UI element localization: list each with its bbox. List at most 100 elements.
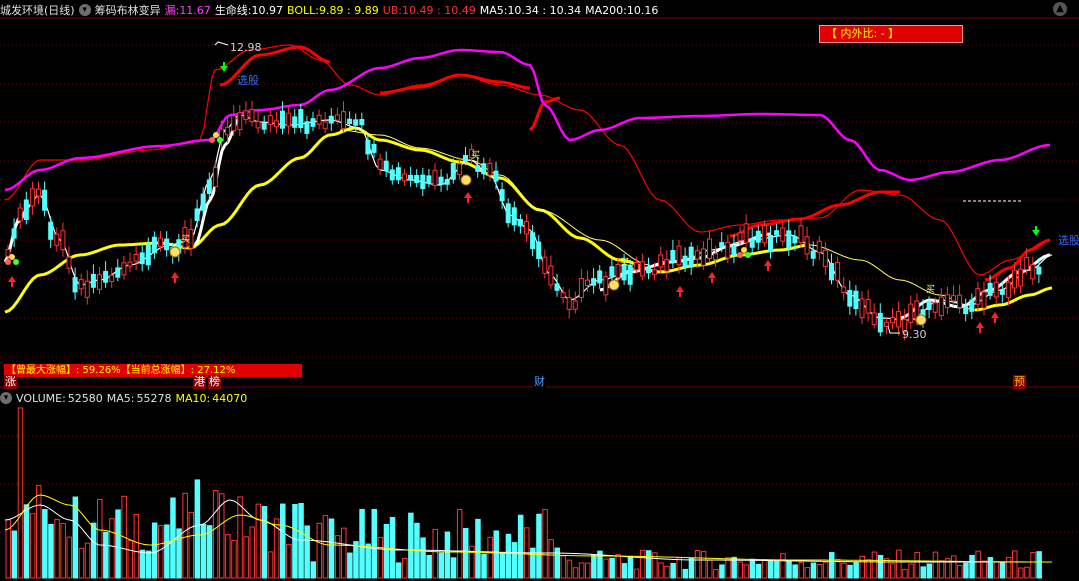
money-bag-icon <box>608 279 620 291</box>
candle-body <box>597 270 603 284</box>
volume-bar <box>969 554 975 579</box>
candle-body <box>719 242 725 248</box>
volume-bar <box>511 542 518 579</box>
volume-bar <box>725 557 731 579</box>
candle-body <box>273 120 279 128</box>
chip-icon <box>741 247 747 253</box>
candle-body <box>310 118 316 127</box>
volume-bar <box>1024 566 1030 579</box>
candle-body <box>261 122 267 130</box>
volume-bar <box>896 549 902 579</box>
candle-body <box>292 116 298 128</box>
event-marker-cai[interactable]: 财 <box>533 375 546 389</box>
candle-body <box>804 236 810 255</box>
red-up-arrow-icon <box>708 272 716 278</box>
volume-bar <box>182 492 188 579</box>
event-marker-bang[interactable]: 榜 <box>208 375 221 389</box>
candle-body <box>97 274 102 290</box>
red-up-arrow-icon <box>676 286 684 292</box>
volume-bar <box>402 557 408 579</box>
candle-body <box>530 232 536 250</box>
candle-body <box>133 254 139 262</box>
candle-body <box>341 111 346 130</box>
volume-bar <box>23 504 30 579</box>
candle-body <box>749 238 755 248</box>
volume-bar <box>566 559 573 579</box>
volume-bar <box>97 498 103 579</box>
candle-body <box>743 223 749 244</box>
candle-body <box>42 189 48 211</box>
candle-body <box>200 193 206 211</box>
candle-body <box>707 238 712 260</box>
volume-bar <box>871 551 878 579</box>
volume-bar <box>902 568 908 579</box>
candle-body <box>585 279 590 286</box>
vol-ma5-value: 55278 <box>136 391 172 405</box>
chart-window[interactable]: 城发环境(日线) ▾ 筹码布林变异 漏: 11.67 生命线: 10.97 BO… <box>0 0 1079 581</box>
candle-body <box>54 233 60 246</box>
volume-bar <box>334 535 341 579</box>
event-marker-yu[interactable]: 预 <box>1013 375 1026 389</box>
candle-body <box>755 230 761 243</box>
candle-body <box>816 240 822 253</box>
candle-body <box>377 158 383 170</box>
inner-outer-ratio-badge: 【 内外比: - 】 <box>819 25 963 43</box>
candle-body <box>829 263 834 281</box>
volume-bar <box>395 562 402 579</box>
volume-bar <box>993 561 1000 579</box>
candle-body <box>780 227 786 242</box>
volume-bar <box>822 562 829 579</box>
volume-bar <box>158 525 164 579</box>
candle-body <box>768 234 773 253</box>
candle-body <box>700 248 706 266</box>
volume-bar <box>444 531 451 579</box>
candle-body <box>5 249 11 257</box>
candle-body <box>78 279 84 290</box>
event-marker-gang[interactable]: 港 <box>193 375 206 389</box>
volume-bar <box>145 550 152 579</box>
candle-body <box>438 176 444 185</box>
candle-body <box>444 179 450 185</box>
candle-body <box>944 294 950 309</box>
volume-bar <box>115 509 121 579</box>
volume-bar <box>310 561 316 579</box>
volume-bar <box>103 531 109 579</box>
volume-bar <box>188 511 194 579</box>
volume-bar <box>786 560 792 579</box>
volume-bar <box>377 536 384 579</box>
volume-bar <box>957 564 963 579</box>
volume-bar <box>951 555 957 579</box>
candle-body <box>328 115 334 124</box>
volume-bar <box>1005 556 1012 579</box>
candle-body <box>981 291 987 309</box>
candle-body <box>725 241 731 259</box>
candle-body <box>670 250 676 263</box>
volume-bar <box>517 514 524 579</box>
volume-bar <box>316 522 323 579</box>
volume-bar <box>749 558 756 579</box>
select-label: 选股 <box>1058 234 1079 247</box>
volume-bar <box>639 549 646 579</box>
volume-bar <box>383 523 390 579</box>
candle-body <box>835 261 841 281</box>
event-marker-zhang[interactable]: 涨 <box>4 375 17 389</box>
volume-bar <box>347 552 353 579</box>
volume-bar <box>591 554 597 579</box>
volume-bar <box>243 536 249 579</box>
candle-body <box>859 298 865 319</box>
volume-bar <box>743 564 750 579</box>
price-chart[interactable]: 12.989.30选股选股买买买买 <box>0 0 1079 581</box>
dropdown-icon[interactable]: ▾ <box>0 392 12 404</box>
vol-ma10-label: MA10: <box>175 391 211 405</box>
candle-body <box>432 169 438 186</box>
candle-body <box>194 208 200 221</box>
candle-body <box>609 266 615 277</box>
volume-bar <box>261 506 268 579</box>
volume-bar <box>432 528 438 579</box>
candle-body <box>151 236 157 254</box>
volume-bar <box>700 551 707 579</box>
candle-body <box>206 179 212 195</box>
candle-body <box>280 110 285 129</box>
volume-bar <box>603 558 609 579</box>
volume-bar <box>292 504 298 579</box>
